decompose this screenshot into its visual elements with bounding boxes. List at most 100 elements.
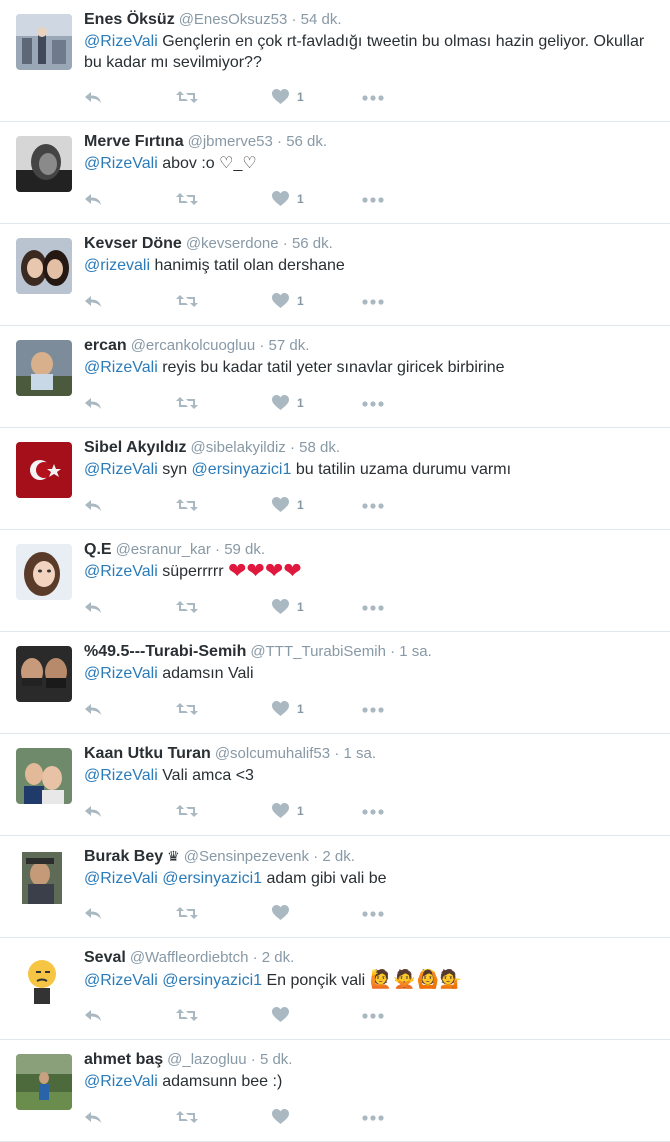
retweet-button[interactable] [176,1109,198,1125]
mention-link[interactable]: @RizeVali [84,972,158,989]
tweet-item[interactable]: Enes Öksüz @EnesOksuz53 · 54 dk. @RizeVali… [0,0,670,122]
tweet-item[interactable]: Kevser Döne @kevserdone · 56 dk. @rizevali… [0,224,670,326]
retweet-button[interactable] [176,395,198,411]
avatar[interactable] [16,646,72,702]
display-name[interactable]: Kaan Utku Turan [84,745,211,762]
retweet-button[interactable] [176,701,198,717]
more-button[interactable] [362,1115,384,1121]
user-handle[interactable]: @jbmerve53 [188,133,273,150]
like-button[interactable]: 1 [272,89,304,105]
reply-button[interactable] [84,701,103,717]
timestamp[interactable]: 59 dk. [224,541,265,558]
like-button[interactable]: 1 [272,191,304,207]
mention-link[interactable]: @RizeVali [84,33,158,50]
avatar[interactable] [16,136,72,192]
reply-button[interactable] [84,293,103,309]
tweet-item[interactable]: Sibel Akyıldız @sibelakyildiz · 58 dk. @Ri… [0,428,670,530]
user-handle[interactable]: @Waffleordiebtch [130,949,249,966]
tweet-item[interactable]: Merve Fırtına @jbmerve53 · 56 dk. @RizeVal… [0,122,670,224]
avatar[interactable] [16,442,72,498]
retweet-button[interactable] [176,803,198,819]
timestamp[interactable]: 2 dk. [322,848,355,865]
more-button[interactable] [362,197,384,203]
tweet-item[interactable]: ahmet baş @_lazogluu · 5 dk. @RizeVali ada… [0,1040,670,1142]
like-button[interactable]: 1 [272,803,304,819]
avatar[interactable] [16,544,72,600]
display-name[interactable]: Merve Fırtına [84,133,184,150]
display-name[interactable]: ercan [84,337,127,354]
reply-button[interactable] [84,89,103,105]
like-button[interactable]: 1 [272,701,304,717]
more-button[interactable] [362,809,384,815]
like-button[interactable] [272,1109,289,1125]
tweet-item[interactable]: Q.E @esranur_kar · 59 dk. @RizeVali süperr… [0,530,670,632]
mention-link[interactable]: @RizeVali [84,563,158,580]
mention-link[interactable]: @ersinyazici1 [162,972,262,989]
mention-link[interactable]: @rizevali [84,257,150,274]
user-handle[interactable]: @ercankolcuogluu [131,337,255,354]
retweet-button[interactable] [176,293,198,309]
more-button[interactable] [362,95,384,101]
reply-button[interactable] [84,803,103,819]
reply-button[interactable] [84,395,103,411]
timestamp[interactable]: 1 sa. [343,745,376,762]
user-handle[interactable]: @Sensinpezevenk [184,848,309,865]
display-name[interactable]: Sibel Akyıldız [84,439,187,456]
retweet-button[interactable] [176,905,198,921]
tweet-item[interactable]: %49.5---Turabi-Semih @TTT_TurabiSemih · 1… [0,632,670,734]
user-handle[interactable]: @_lazogluu [167,1051,246,1068]
more-button[interactable] [362,299,384,305]
mention-link[interactable]: @RizeVali [84,870,158,887]
avatar[interactable] [16,14,72,70]
display-name[interactable]: ahmet baş [84,1051,163,1068]
user-handle[interactable]: @EnesOksuz53 [179,11,288,28]
timestamp[interactable]: 5 dk. [260,1051,293,1068]
reply-button[interactable] [84,905,103,921]
reply-button[interactable] [84,599,103,615]
timestamp[interactable]: 1 sa. [399,643,432,660]
reply-button[interactable] [84,1007,103,1023]
user-handle[interactable]: @esranur_kar [116,541,211,558]
timestamp[interactable]: 58 dk. [299,439,340,456]
mention-link[interactable]: @RizeVali [84,359,158,376]
timestamp[interactable]: 56 dk. [286,133,327,150]
more-button[interactable] [362,1013,384,1019]
timestamp[interactable]: 54 dk. [301,11,342,28]
mention-link[interactable]: @RizeVali [84,155,158,172]
user-handle[interactable]: @kevserdone [186,235,279,252]
like-button[interactable]: 1 [272,293,304,309]
more-button[interactable] [362,605,384,611]
mention-link[interactable]: @ersinyazici1 [162,870,262,887]
mention-link[interactable]: @RizeVali [84,461,158,478]
user-handle[interactable]: @sibelakyildiz [191,439,286,456]
avatar[interactable] [16,850,72,906]
avatar[interactable] [16,340,72,396]
timestamp[interactable]: 57 dk. [269,337,310,354]
like-button[interactable]: 1 [272,395,304,411]
retweet-button[interactable] [176,599,198,615]
like-button[interactable]: 1 [272,599,304,615]
retweet-button[interactable] [176,1007,198,1023]
display-name[interactable]: %49.5---Turabi-Semih [84,643,246,660]
tweet-item[interactable]: Seval @Waffleordiebtch · 2 dk. @RizeVali @… [0,938,670,1040]
display-name[interactable]: Burak Bey [84,848,163,865]
reply-button[interactable] [84,1109,103,1125]
like-button[interactable] [272,1007,289,1023]
retweet-button[interactable] [176,497,198,513]
more-button[interactable] [362,707,384,713]
reply-button[interactable] [84,497,103,513]
display-name[interactable]: Enes Öksüz [84,11,175,28]
timestamp[interactable]: 56 dk. [292,235,333,252]
display-name[interactable]: Q.E [84,541,112,558]
like-button[interactable]: 1 [272,497,304,513]
timestamp[interactable]: 2 dk. [262,949,295,966]
tweet-item[interactable]: Burak Bey ♛ @Sensinpezevenk · 2 dk. @RizeVa… [0,836,670,938]
retweet-button[interactable] [176,89,198,105]
user-handle[interactable]: @TTT_TurabiSemih [250,643,386,660]
more-button[interactable] [362,401,384,407]
display-name[interactable]: Kevser Döne [84,235,182,252]
display-name[interactable]: Seval [84,949,126,966]
retweet-button[interactable] [176,191,198,207]
mention-link[interactable]: @RizeVali [84,767,158,784]
user-handle[interactable]: @solcumuhalif53 [215,745,330,762]
